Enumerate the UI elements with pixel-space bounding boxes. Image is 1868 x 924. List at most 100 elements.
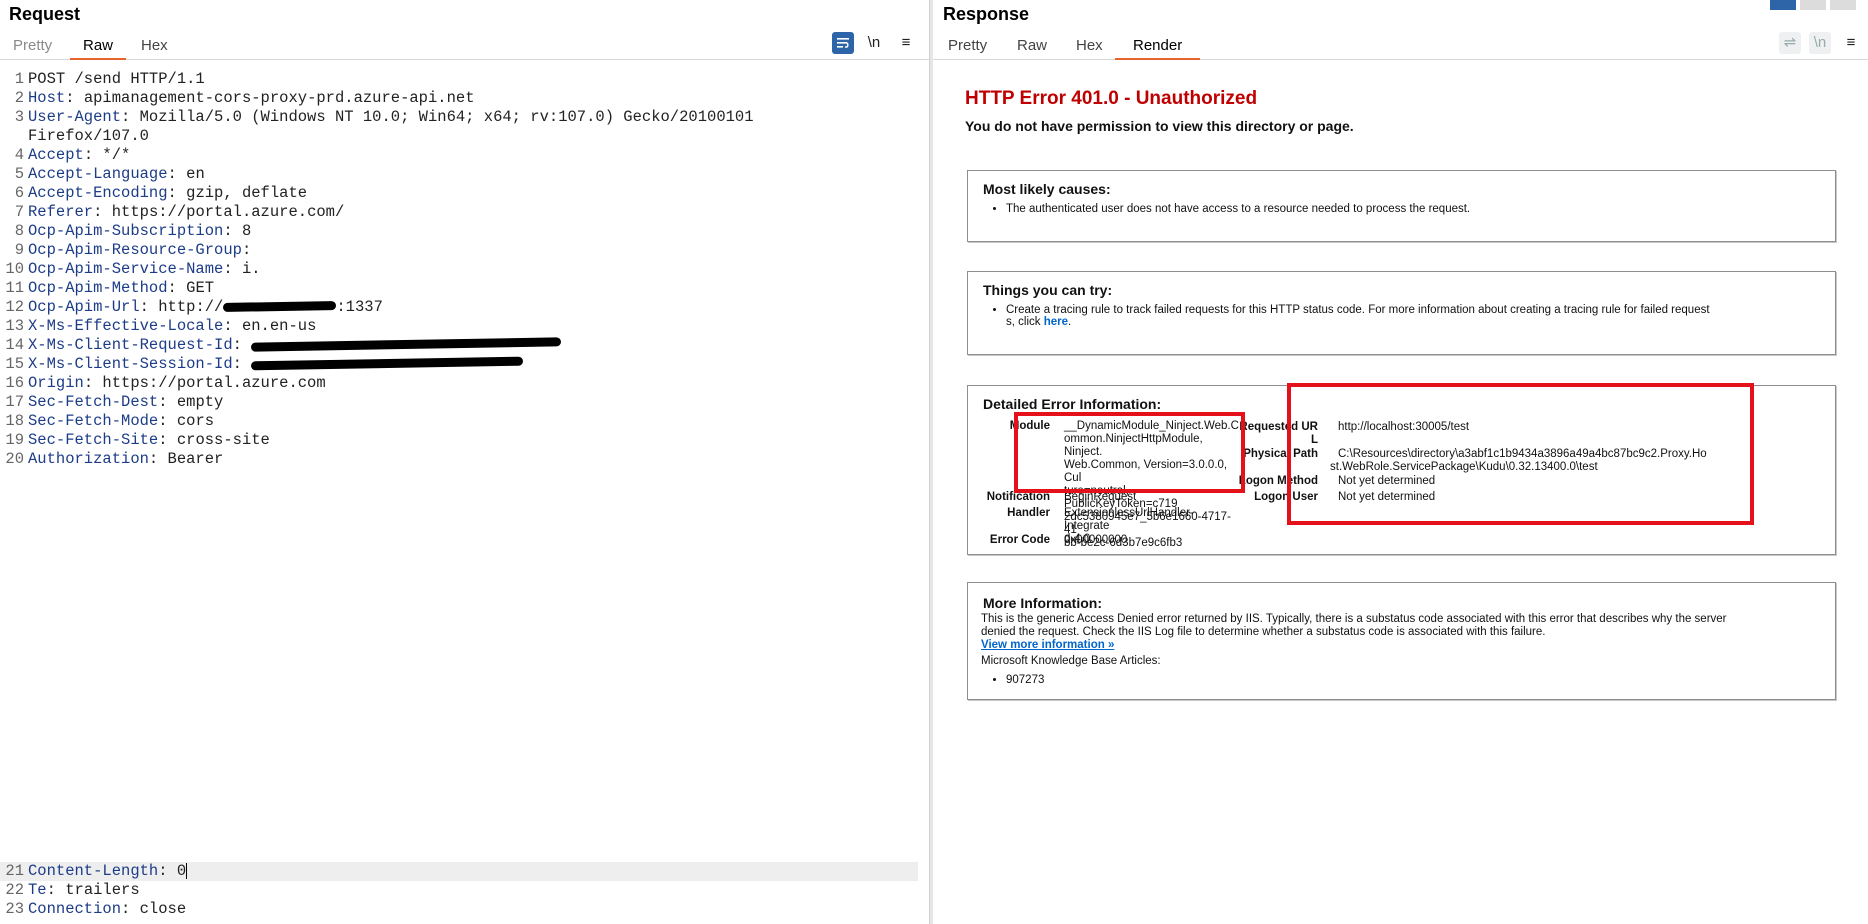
- line-number: 10: [5, 260, 24, 278]
- header-name: Accept-Encoding: [28, 184, 168, 202]
- request-line[interactable]: Firefox/107.0: [0, 127, 149, 146]
- request-line[interactable]: 15 X-Ms-Client-Session-Id:: [0, 355, 524, 374]
- request-editor[interactable]: 1 POST /send HTTP/1.1 2 Host: apimanagement…: [0, 62, 929, 924]
- header-value: https://portal.azure.com: [102, 374, 326, 392]
- tab-raw[interactable]: Raw: [70, 36, 127, 60]
- tab-pretty[interactable]: Pretty: [13, 36, 52, 60]
- header-value: */*: [102, 146, 131, 164]
- header-name: Sec-Fetch-Site: [28, 431, 159, 449]
- line-number: 17: [5, 393, 24, 411]
- request-line[interactable]: 23 Connection: close: [0, 900, 186, 919]
- header-value: 8: [241, 222, 252, 240]
- request-line[interactable]: 14 X-Ms-Client-Request-Id:: [0, 336, 562, 355]
- header-name: Referer: [28, 203, 94, 221]
- view-more-link[interactable]: View more information »: [981, 639, 1114, 651]
- header-name: User-Agent: [28, 108, 122, 126]
- line-number: 4: [14, 146, 24, 164]
- request-line[interactable]: 4 Accept: */*: [0, 146, 131, 165]
- request-line[interactable]: 12 Ocp-Apim-Url: http://:1337: [0, 298, 382, 317]
- line-number: 22: [5, 881, 24, 899]
- try-heading: Things you can try:: [983, 282, 1113, 298]
- line-number: 16: [5, 374, 24, 392]
- header-name: X-Ms-Effective-Locale: [28, 317, 224, 335]
- request-line[interactable]: 7 Referer: https://portal.azure.com/: [0, 203, 345, 222]
- request-line[interactable]: 9 Ocp-Apim-Resource-Group:: [0, 241, 261, 260]
- request-line[interactable]: 21 Content-Length: 0: [0, 862, 918, 881]
- header-name: Accept-Language: [28, 165, 168, 183]
- request-tabs: Pretty Raw Hex: [0, 36, 929, 60]
- line-number: 21: [5, 862, 24, 880]
- header-value: Bearer: [167, 450, 224, 468]
- tab-pretty[interactable]: Pretty: [948, 36, 987, 60]
- line-number: 23: [5, 900, 24, 918]
- line-number: 15: [5, 355, 24, 373]
- try-box: Things you can try: Create a tracing rul…: [967, 271, 1836, 355]
- header-name: Authorization: [28, 450, 149, 468]
- tab-render[interactable]: Render: [1115, 36, 1201, 60]
- header-value: Mozilla/5.0 (Windows NT 10.0; Win64; x64…: [139, 108, 754, 126]
- request-line[interactable]: 3 User-Agent: Mozilla/5.0 (Windows NT 10.…: [0, 108, 754, 127]
- request-line[interactable]: 11 Ocp-Apim-Method: GET: [0, 279, 214, 298]
- header-name: Origin: [28, 374, 84, 392]
- text-caret: [186, 862, 188, 879]
- line-number: 5: [14, 165, 24, 183]
- request-line[interactable]: 10 Ocp-Apim-Service-Name: i.: [0, 260, 260, 279]
- header-value: gzip, deflate: [186, 184, 308, 202]
- request-line[interactable]: 18 Sec-Fetch-Mode: cors: [0, 412, 214, 431]
- request-line[interactable]: 5 Accept-Language: en: [0, 165, 205, 184]
- request-panel: Request Pretty Raw Hex \n ≡ 1 POST /send …: [0, 0, 929, 924]
- line-number: 1: [14, 70, 24, 88]
- header-value: trailers: [65, 881, 140, 899]
- request-info-highlight: [1287, 383, 1754, 525]
- layout-vertical-icon[interactable]: [1830, 0, 1856, 10]
- hamburger-menu-icon[interactable]: ≡: [895, 32, 917, 54]
- tab-hex[interactable]: Hex: [1076, 36, 1103, 60]
- request-line[interactable]: 19 Sec-Fetch-Site: cross-site: [0, 431, 270, 450]
- tab-hex[interactable]: Hex: [141, 36, 168, 60]
- newline-toggle-button[interactable]: \n: [1809, 32, 1831, 54]
- list-item: The authenticated user does not have acc…: [1006, 203, 1470, 215]
- request-line[interactable]: 1 POST /send HTTP/1.1: [0, 70, 205, 89]
- line-number: 12: [5, 298, 24, 316]
- header-name: Ocp-Apim-Subscription: [28, 222, 224, 240]
- request-line[interactable]: 17 Sec-Fetch-Dest: empty: [0, 393, 223, 412]
- causes-box: Most likely causes: The authenticated us…: [967, 170, 1836, 242]
- list-item: 907273: [1006, 674, 1044, 686]
- request-line[interactable]: 13 X-Ms-Effective-Locale: en.en-us: [0, 317, 316, 336]
- hamburger-menu-icon[interactable]: ≡: [1840, 32, 1862, 54]
- line-number: 14: [5, 336, 24, 354]
- more-info-box: More Information: This is the generic Ac…: [967, 582, 1836, 700]
- kb-list: 907273: [1006, 674, 1044, 688]
- kb-label: Microsoft Knowledge Base Articles:: [981, 655, 1161, 667]
- request-line[interactable]: 2 Host: apimanagement-cors-proxy-prd.azur…: [0, 89, 475, 108]
- line-number: 8: [14, 222, 24, 240]
- layout-split-icon[interactable]: [1770, 0, 1796, 10]
- header-value: cross-site: [176, 431, 270, 449]
- header-value: close: [139, 900, 187, 918]
- error-code-value: 0x00000000: [1064, 534, 1128, 546]
- redaction-mark: [251, 357, 524, 371]
- header-value: http://: [158, 298, 224, 316]
- line-number: 11: [5, 279, 24, 297]
- request-line[interactable]: 20 Authorization: Bearer: [0, 450, 223, 469]
- request-line[interactable]: 8 Ocp-Apim-Subscription: 8: [0, 222, 252, 241]
- request-line[interactable]: 22 Te: trailers: [0, 881, 140, 900]
- try-text-1: Create a tracing rule to track failed re…: [1006, 304, 1710, 316]
- request-line[interactable]: 6 Accept-Encoding: gzip, deflate: [0, 184, 307, 203]
- rendered-response: HTTP Error 401.0 - Unauthorized You do n…: [933, 62, 1868, 924]
- header-value: cors: [176, 412, 215, 430]
- here-link[interactable]: here: [1044, 316, 1068, 328]
- wrap-lines-icon[interactable]: [832, 32, 854, 54]
- newline-toggle-button[interactable]: \n: [863, 32, 885, 54]
- request-line[interactable]: 16 Origin: https://portal.azure.com: [0, 374, 326, 393]
- header-name: Ocp-Apim-Service-Name: [28, 260, 224, 278]
- line-number: 2: [14, 89, 24, 107]
- wrap-lines-icon[interactable]: ⇌: [1779, 32, 1801, 54]
- line-number: 19: [5, 431, 24, 449]
- try-list: Create a tracing rule to track failed re…: [1006, 304, 1816, 330]
- header-name: X-Ms-Client-Session-Id: [28, 355, 233, 373]
- layout-horizontal-icon[interactable]: [1800, 0, 1826, 10]
- tab-raw[interactable]: Raw: [1017, 36, 1047, 60]
- header-name: Host: [28, 89, 66, 107]
- request-line-text: POST /send HTTP/1.1: [28, 70, 205, 88]
